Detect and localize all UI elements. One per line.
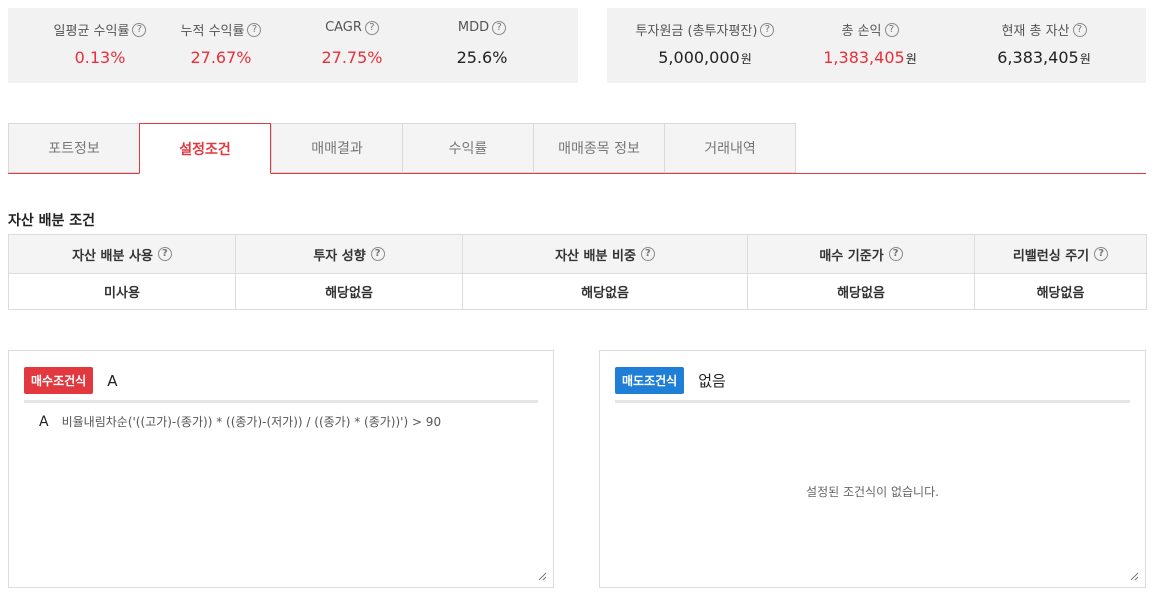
help-icon[interactable]: ?: [492, 20, 507, 35]
resize-grip-icon[interactable]: [537, 571, 547, 581]
divider: [615, 400, 1130, 403]
help-icon[interactable]: ?: [760, 22, 775, 37]
help-icon[interactable]: ?: [157, 247, 172, 261]
sell-condition-badge: 매도조건식: [615, 367, 685, 394]
help-icon[interactable]: ?: [884, 22, 899, 37]
tab-traded-stocks[interactable]: 매매종목 정보: [533, 123, 665, 173]
tab-settings[interactable]: 설정조건: [139, 123, 271, 174]
table-cell: 해당없음: [235, 273, 463, 310]
stat-total-assets: 현재 총 자산? 6,383,405원: [969, 8, 1119, 83]
sell-expression: 없음: [698, 372, 726, 390]
table-cell: 미사용: [8, 273, 236, 310]
panel-header: 매도조건식 없음: [615, 367, 726, 394]
tab-bar: 포트정보 설정조건 매매결과 수익률 매매종목 정보 거래내역: [8, 123, 1146, 174]
help-icon[interactable]: ?: [1094, 247, 1109, 261]
performance-summary: 일평균 수익률? 0.13% 누적 수익률? 27.67% CAGR? 27.7…: [8, 8, 578, 83]
help-icon[interactable]: ?: [1072, 22, 1087, 37]
asset-summary: 투자원금 (총투자평잔)? 5,000,000원 총 손익? 1,383,405…: [607, 8, 1146, 83]
stat-value: 27.67%: [190, 48, 252, 67]
stat-label: CAGR: [325, 20, 362, 35]
stat-value: 27.75%: [321, 48, 383, 67]
condition-formula: 비율내림차순('((고가)-(종가)) * ((종가)-(저가)) / ((종가…: [61, 415, 442, 429]
table-row: 미사용 해당없음 해당없음 해당없음 해당없음: [8, 273, 1147, 310]
resize-grip-icon[interactable]: [1129, 571, 1139, 581]
help-icon[interactable]: ?: [888, 247, 903, 261]
stat-label: 현재 총 자산: [1001, 24, 1070, 39]
stat-value: 6,383,405원: [997, 48, 1091, 67]
stat-label: MDD: [457, 20, 490, 35]
stat-value: 5,000,000원: [658, 48, 752, 67]
condition-key: A: [39, 413, 49, 430]
tab-port-info[interactable]: 포트정보: [8, 123, 140, 173]
divider: [24, 400, 538, 403]
buy-condition-panel: 매수조건식 A A 비율내림차순('((고가)-(종가)) * ((종가)-(저…: [8, 350, 554, 588]
stat-value: 0.13%: [74, 48, 126, 67]
stat-principal: 투자원금 (총투자평잔)? 5,000,000원: [625, 8, 785, 83]
column-header: 매수 기준가: [819, 248, 884, 264]
tab-trade-history[interactable]: 거래내역: [664, 123, 796, 173]
help-icon[interactable]: ?: [364, 20, 379, 35]
column-header: 자산 배분 사용: [72, 248, 153, 264]
empty-message: 설정된 조건식이 없습니다.: [806, 485, 939, 499]
stat-label: 일평균 수익률: [53, 24, 130, 39]
condition-row: A 비율내림차순('((고가)-(종가)) * ((종가)-(저가)) / ((…: [39, 413, 441, 430]
stat-label: 투자원금 (총투자평잔): [635, 24, 758, 39]
stat-value: 25.6%: [456, 48, 508, 67]
column-header: 자산 배분 비중: [555, 248, 636, 264]
stat-total-pnl: 총 손익? 1,383,405원: [795, 8, 945, 83]
stat-cumulative-return: 누적 수익률? 27.67%: [161, 8, 281, 83]
table-cell: 해당없음: [462, 273, 748, 310]
tab-trade-results[interactable]: 매매결과: [271, 123, 403, 173]
table-header-row: 자산 배분 사용? 투자 성향? 자산 배분 비중? 매수 기준가? 리밸런싱 …: [8, 234, 1147, 274]
stat-value: 1,383,405원: [823, 48, 917, 67]
sell-condition-panel: 매도조건식 없음 설정된 조건식이 없습니다.: [599, 350, 1146, 588]
stat-label: 누적 수익률: [180, 24, 245, 39]
help-icon[interactable]: ?: [370, 247, 385, 261]
allocation-table: 자산 배분 사용? 투자 성향? 자산 배분 비중? 매수 기준가? 리밸런싱 …: [8, 234, 1147, 310]
column-header: 리밸런싱 주기: [1012, 248, 1090, 264]
help-icon[interactable]: ?: [640, 247, 655, 261]
help-icon[interactable]: ?: [132, 22, 147, 37]
stat-cagr: CAGR? 27.75%: [292, 8, 412, 83]
panel-header: 매수조건식 A: [24, 367, 117, 394]
stat-mdd: MDD? 25.6%: [422, 8, 542, 83]
column-header: 투자 성향: [313, 248, 366, 264]
stat-label: 총 손익: [841, 24, 882, 39]
table-cell: 해당없음: [747, 273, 975, 310]
buy-expression: A: [107, 371, 118, 390]
stat-daily-return: 일평균 수익률? 0.13%: [40, 8, 160, 83]
section-title: 자산 배분 조건: [8, 213, 96, 229]
table-cell: 해당없음: [974, 273, 1147, 310]
tab-returns[interactable]: 수익률: [402, 123, 534, 173]
help-icon[interactable]: ?: [247, 22, 262, 37]
buy-condition-badge: 매수조건식: [24, 367, 94, 394]
